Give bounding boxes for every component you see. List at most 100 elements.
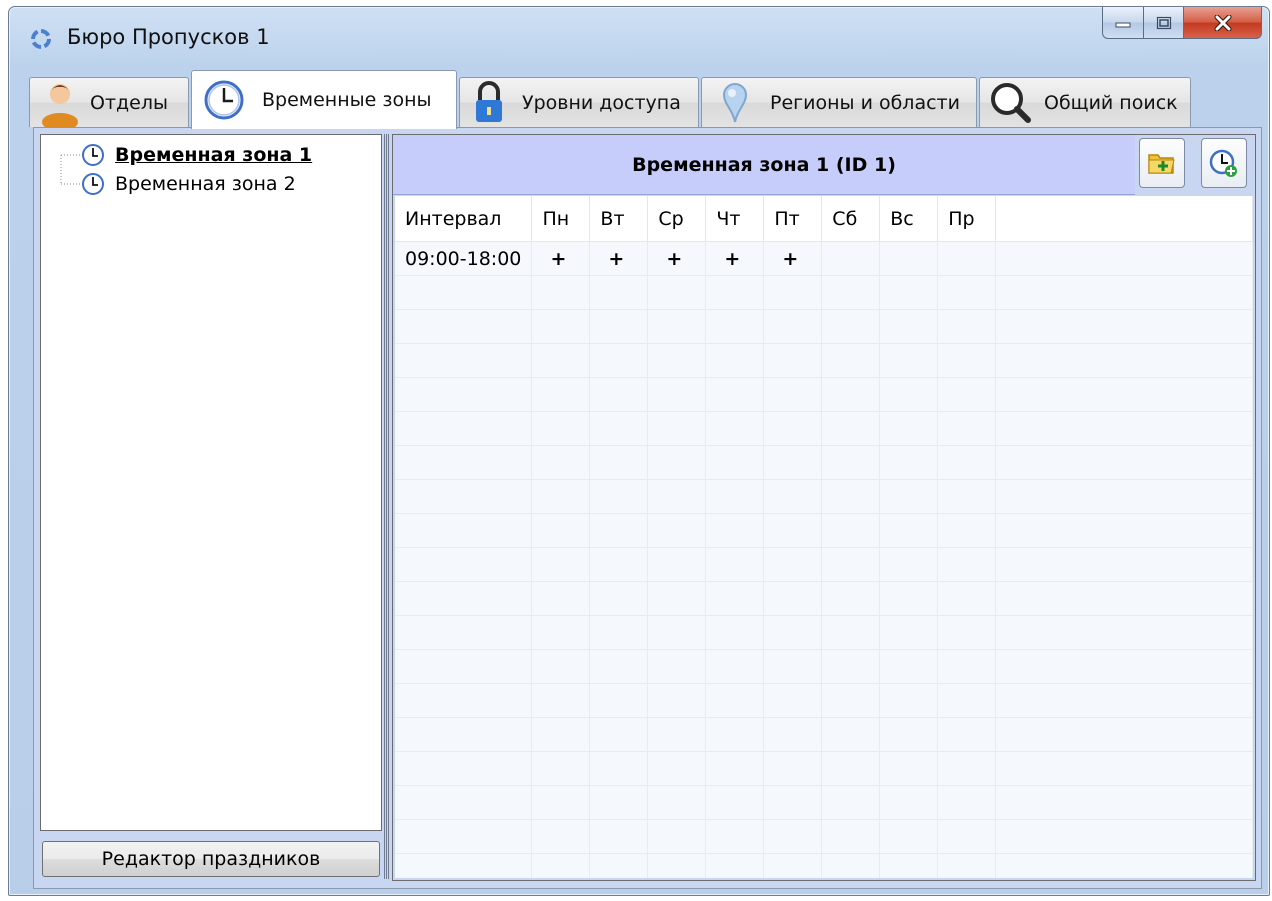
folder-add-icon [1148, 154, 1175, 174]
empty-cell [937, 411, 997, 446]
minimize-button[interactable] [1102, 7, 1144, 39]
tree-item[interactable]: Временная зона 1 [81, 141, 312, 169]
empty-cell [647, 853, 707, 878]
empty-cell [995, 649, 1253, 684]
empty-cell [531, 581, 591, 616]
main-window: Бюро Пропусков 1 Отделы Временные зоны У… [8, 6, 1270, 896]
empty-cell [995, 785, 1253, 820]
empty-cell [763, 309, 823, 344]
empty-cell [705, 785, 765, 820]
column-header[interactable]: Сб [821, 196, 881, 242]
empty-cell [821, 717, 881, 752]
tab-access-levels[interactable]: Уровни доступа [459, 77, 699, 127]
empty-cell [821, 785, 881, 820]
empty-cell [763, 513, 823, 548]
day-cell[interactable]: + [531, 241, 591, 276]
empty-cell [937, 649, 997, 684]
day-cell[interactable] [937, 241, 997, 276]
tab-label: Общий поиск [1044, 91, 1178, 114]
empty-cell [531, 853, 591, 878]
column-header[interactable]: Чт [705, 196, 765, 242]
tab-general-search[interactable]: Общий поиск [979, 77, 1191, 127]
empty-cell [995, 683, 1253, 718]
empty-cell [531, 309, 591, 344]
column-header[interactable]: Пн [531, 196, 591, 242]
empty-cell [705, 513, 765, 548]
day-cell[interactable] [879, 241, 939, 276]
empty-cell [395, 581, 533, 616]
empty-cell [589, 615, 649, 650]
empty-cell [937, 751, 997, 786]
empty-cell [879, 513, 939, 548]
day-cell[interactable]: + [705, 241, 765, 276]
empty-cell [589, 411, 649, 446]
title-bar[interactable]: Бюро Пропусков 1 [9, 7, 1269, 65]
empty-cell [531, 751, 591, 786]
column-header[interactable]: Пр [937, 196, 997, 242]
empty-cell [395, 377, 533, 412]
empty-cell [995, 343, 1253, 378]
empty-cell [531, 275, 591, 310]
app-icon [31, 29, 51, 49]
day-cell[interactable]: + [647, 241, 707, 276]
empty-cell [647, 445, 707, 480]
empty-cell [879, 683, 939, 718]
empty-cell [395, 513, 533, 548]
interval-cell[interactable]: 09:00-18:00 [395, 241, 533, 276]
column-header[interactable]: Вт [589, 196, 649, 242]
intervals-grid[interactable]: Интервал Пн Вт Ср Чт Пт Сб Вс Пр 09:00-1… [395, 196, 1253, 878]
empty-cell [995, 479, 1253, 514]
empty-cell [705, 309, 765, 344]
empty-cell [647, 785, 707, 820]
empty-cell [821, 649, 881, 684]
empty-cell [995, 309, 1253, 344]
empty-row [395, 785, 1253, 820]
panel-splitter[interactable] [384, 134, 390, 879]
add-interval-button[interactable] [1201, 138, 1247, 188]
table-row[interactable]: 09:00-18:00 + + + + + [395, 241, 1253, 276]
empty-cell [937, 479, 997, 514]
empty-cell [937, 717, 997, 752]
empty-cell [763, 581, 823, 616]
day-cell[interactable]: + [763, 241, 823, 276]
time-zone-tree[interactable]: Временная зона 1 Временная зона 2 [40, 134, 382, 831]
empty-cell [995, 751, 1253, 786]
add-folder-button[interactable] [1139, 138, 1185, 188]
empty-cell [705, 581, 765, 616]
column-header[interactable]: Пт [763, 196, 823, 242]
close-button[interactable] [1184, 7, 1262, 39]
empty-cell [821, 445, 881, 480]
empty-cell [589, 751, 649, 786]
empty-cell [705, 411, 765, 446]
empty-row [395, 411, 1253, 446]
empty-cell [589, 445, 649, 480]
column-header[interactable]: Интервал [395, 196, 533, 242]
day-cell[interactable] [821, 241, 881, 276]
empty-cell [647, 717, 707, 752]
empty-cell [937, 275, 997, 310]
column-header[interactable]: Вс [879, 196, 939, 242]
empty-cell [705, 751, 765, 786]
empty-cell [395, 717, 533, 752]
empty-cell [531, 547, 591, 582]
empty-cell [937, 513, 997, 548]
maximize-button[interactable] [1144, 7, 1184, 39]
day-cell[interactable]: + [589, 241, 649, 276]
empty-cell [821, 309, 881, 344]
empty-cell [763, 275, 823, 310]
empty-row [395, 751, 1253, 786]
tab-time-zones[interactable]: Временные зоны [191, 70, 457, 129]
empty-cell [395, 819, 533, 854]
table-header-row: Интервал Пн Вт Ср Чт Пт Сб Вс Пр [395, 196, 1253, 242]
empty-cell [531, 343, 591, 378]
empty-cell [531, 717, 591, 752]
empty-cell [589, 785, 649, 820]
tree-item[interactable]: Временная зона 2 [81, 170, 296, 198]
column-header[interactable]: Ср [647, 196, 707, 242]
empty-cell [705, 853, 765, 878]
tree-item-label: Временная зона 1 [115, 144, 313, 166]
holiday-editor-button[interactable]: Редактор праздников [42, 841, 380, 877]
tab-regions[interactable]: Регионы и области [701, 77, 977, 127]
empty-cell [531, 819, 591, 854]
tab-departments[interactable]: Отделы [29, 77, 189, 128]
